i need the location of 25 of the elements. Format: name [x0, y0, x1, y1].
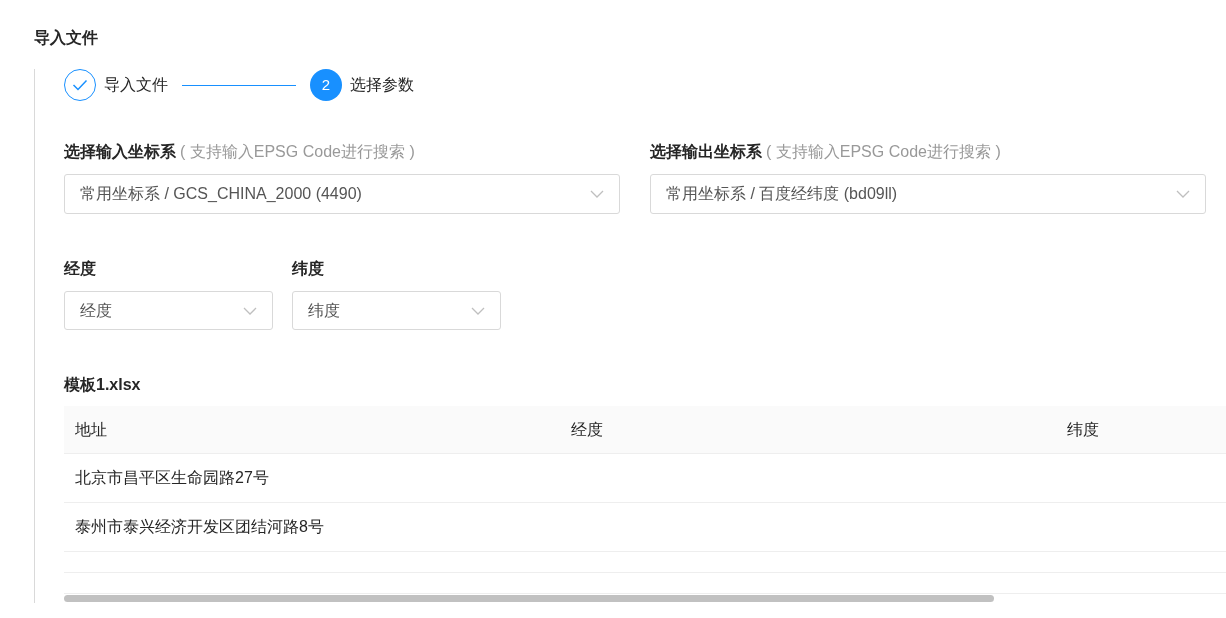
select-field[interactable]: 经度: [64, 291, 273, 330]
field-hint: ( 支持输入EPSG Code进行搜索 ): [766, 142, 1001, 162]
chevron-down-icon: [471, 306, 485, 315]
step-label: 导入文件: [104, 75, 168, 95]
chevron-down-icon: [1176, 190, 1190, 198]
column-header: 地址: [74, 419, 108, 440]
step-label: 选择参数: [350, 75, 414, 95]
field-hint: ( 支持输入EPSG Code进行搜索 ): [180, 142, 415, 162]
table-cell-text: 北京市昌平区生命园路27号: [74, 468, 270, 488]
step-number: 2: [310, 69, 342, 101]
field-label: 选择输出坐标系: [650, 142, 762, 162]
column-header: 纬度: [1066, 419, 1100, 440]
chevron-down-icon: [243, 306, 257, 315]
column-header: 经度: [570, 419, 604, 440]
table-cell-text: 泰州市泰兴经济开发区团结河路8号: [74, 517, 325, 537]
field-label: 纬度: [292, 259, 325, 279]
select-field[interactable]: 常用坐标系 / 百度经纬度 (bd09ll): [650, 174, 1206, 214]
select-field[interactable]: 纬度: [292, 291, 501, 330]
table-title: 模板1.xlsx: [64, 375, 142, 395]
field-label: 经度: [64, 259, 97, 279]
section-title: 导入文件: [34, 28, 99, 48]
field-label: 选择输入坐标系: [64, 142, 176, 162]
scrollbar-thumb[interactable]: [64, 595, 994, 602]
select-field[interactable]: 常用坐标系 / GCS_CHINA_2000 (4490): [64, 174, 620, 214]
chevron-down-icon: [590, 190, 604, 198]
